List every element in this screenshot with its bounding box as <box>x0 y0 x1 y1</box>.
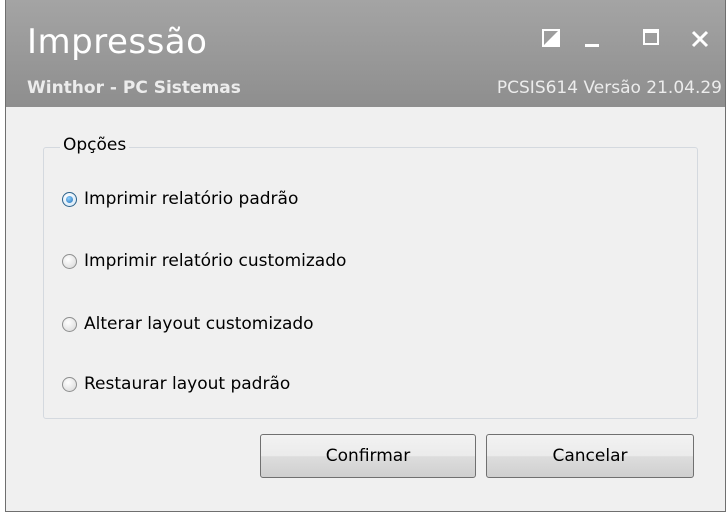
radio-button[interactable] <box>62 376 77 392</box>
title-bar[interactable]: Impressão Winthor - PC Sistemas PCSIS614… <box>6 0 725 107</box>
version-info: PCSIS614 Versão 21.04.29 <box>496 78 722 98</box>
radio-print-default[interactable]: Imprimir relatório padrão <box>62 188 298 210</box>
radio-button-selected[interactable] <box>62 191 77 207</box>
app-name: Winthor - PC Sistemas <box>27 78 241 98</box>
cancel-button[interactable]: Cancelar <box>486 434 694 478</box>
close-icon[interactable] <box>690 29 710 49</box>
dialog-body: Opções Imprimir relatório padrão Imprimi… <box>6 107 725 511</box>
radio-edit-custom-layout[interactable]: Alterar layout customizado <box>62 313 314 335</box>
radio-button[interactable] <box>62 253 77 269</box>
dialog-title: Impressão <box>27 22 208 62</box>
radio-label: Imprimir relatório padrão <box>84 189 299 209</box>
minimize-icon[interactable] <box>585 44 599 47</box>
options-group-label: Opções <box>60 135 130 155</box>
print-dialog: Impressão Winthor - PC Sistemas PCSIS614… <box>5 0 726 512</box>
options-group: Opções Imprimir relatório padrão Imprimi… <box>43 135 698 419</box>
radio-print-custom[interactable]: Imprimir relatório customizado <box>62 250 346 272</box>
radio-restore-default-layout[interactable]: Restaurar layout padrão <box>62 373 290 395</box>
radio-button[interactable] <box>62 316 77 332</box>
resize-icon[interactable] <box>542 29 560 47</box>
radio-label: Restaurar layout padrão <box>84 374 291 394</box>
maximize-icon[interactable] <box>643 29 659 45</box>
radio-label: Imprimir relatório customizado <box>84 251 347 271</box>
confirm-button[interactable]: Confirmar <box>260 434 476 478</box>
radio-label: Alterar layout customizado <box>84 314 314 334</box>
